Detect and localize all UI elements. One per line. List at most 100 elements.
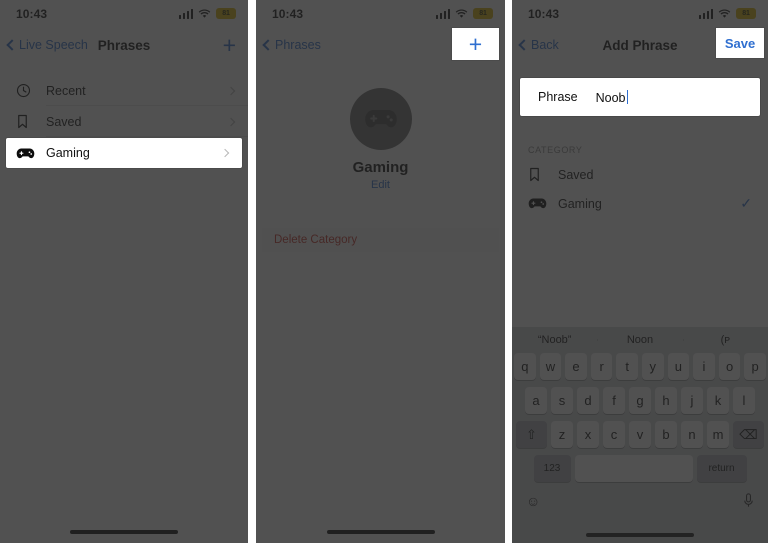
status-time: 10:43: [528, 6, 560, 21]
panel-category-detail: 10:43 81 Phrases Gaming Edit Delete Cate…: [256, 0, 505, 543]
key-e[interactable]: e: [565, 353, 587, 380]
battery-icon: 81: [473, 8, 493, 19]
category-name: Gaming: [352, 159, 409, 176]
key-q[interactable]: q: [514, 353, 536, 380]
edit-link[interactable]: Edit: [256, 179, 505, 191]
return-key[interactable]: return: [696, 455, 747, 482]
status-bar: 10:43 81: [512, 0, 768, 27]
category-option-gaming[interactable]: Gaming ✓: [512, 189, 768, 218]
checkmark-icon: ✓: [740, 195, 752, 211]
key-a[interactable]: a: [525, 387, 547, 414]
category-avatar: [349, 88, 412, 150]
key-d[interactable]: d: [577, 387, 599, 414]
panel-phrases: 10:43 81 Live Speech Phrases + Recent Sa…: [0, 0, 248, 543]
clock-icon: [16, 83, 38, 98]
category-option-label: Saved: [558, 167, 594, 182]
backspace-key[interactable]: ⌫: [733, 421, 764, 448]
on-screen-keyboard: “Noob” Noon (ᴘ q w e r t y u i o p a s d…: [512, 327, 768, 543]
prediction-1[interactable]: Noon: [597, 334, 682, 346]
emoji-icon[interactable]: ☺: [526, 493, 540, 509]
cellular-signal-icon: [435, 8, 450, 19]
list-item-label: Saved: [46, 114, 82, 129]
phrases-screen: 10:43 81 Live Speech Phrases + Recent Sa…: [0, 0, 248, 543]
text-cursor: [626, 89, 628, 104]
phrase-input-value: Noob: [595, 90, 626, 105]
shift-key[interactable]: ⇧: [516, 421, 547, 448]
status-time: 10:43: [272, 6, 304, 21]
phrase-category-list: Recent Saved: [0, 75, 248, 137]
delete-category-label: Delete Category: [274, 234, 358, 246]
key-p[interactable]: p: [744, 353, 766, 380]
bookmark-icon: [16, 114, 38, 129]
save-button[interactable]: Save: [716, 28, 764, 58]
phrase-input-row[interactable]: Phrase Noob: [520, 78, 760, 116]
battery-icon: 81: [736, 8, 756, 19]
cellular-signal-icon: [178, 8, 193, 19]
panel-divider: [248, 0, 256, 543]
chevron-right-icon: [220, 148, 230, 158]
key-m[interactable]: m: [707, 421, 729, 448]
key-i[interactable]: i: [693, 353, 715, 380]
key-h[interactable]: h: [655, 387, 677, 414]
status-bar: 10:43 81: [0, 0, 248, 27]
key-t[interactable]: t: [616, 353, 638, 380]
key-w[interactable]: w: [539, 353, 562, 380]
key-u[interactable]: u: [667, 353, 690, 380]
phrase-field-label: Phrase: [538, 90, 578, 104]
microphone-icon[interactable]: [743, 493, 754, 509]
numeric-key[interactable]: 123: [533, 455, 571, 482]
add-phrase-button-label: +: [468, 30, 483, 57]
wifi-icon: [455, 8, 468, 18]
navigation-bar: Live Speech Phrases +: [0, 27, 248, 63]
delete-category-button[interactable]: Delete Category: [262, 228, 499, 252]
list-item-gaming[interactable]: Gaming: [6, 138, 242, 168]
key-s[interactable]: s: [551, 387, 573, 414]
list-item-label: Gaming: [46, 146, 90, 160]
page-title: Phrases: [97, 37, 151, 53]
phrase-input[interactable]: Noob: [595, 89, 628, 105]
chevron-right-icon: [226, 86, 236, 95]
category-option-list: Saved Gaming ✓: [512, 160, 768, 218]
keyboard-row-2: a s d f g h j k l: [512, 387, 768, 414]
key-j[interactable]: j: [681, 387, 703, 414]
key-f[interactable]: f: [603, 387, 625, 414]
cellular-signal-icon: [698, 8, 713, 19]
gamepad-icon: [528, 197, 550, 210]
home-indicator: [586, 533, 694, 537]
keyboard-row-1: q w e r t y u i o p: [512, 353, 768, 380]
key-l[interactable]: l: [733, 387, 755, 414]
key-k[interactable]: k: [707, 387, 729, 414]
space-key[interactable]: [574, 455, 693, 482]
keyboard-bottom-row: ☺: [512, 489, 768, 509]
key-g[interactable]: g: [629, 387, 651, 414]
prediction-2[interactable]: (ᴘ: [682, 334, 768, 346]
row-separator: [46, 136, 248, 137]
key-r[interactable]: r: [590, 353, 613, 380]
back-button[interactable]: Phrases: [262, 38, 321, 52]
chevron-left-icon: [262, 39, 274, 51]
bookmark-icon: [528, 167, 550, 182]
predictive-text-bar: “Noob” Noon (ᴘ: [512, 327, 768, 353]
category-option-saved[interactable]: Saved: [512, 160, 768, 189]
key-y[interactable]: y: [642, 353, 664, 380]
key-b[interactable]: b: [655, 421, 677, 448]
category-detail-screen: 10:43 81 Phrases Gaming Edit Delete Cate…: [256, 0, 505, 543]
status-bar: 10:43 81: [256, 0, 505, 27]
list-item-label: Recent: [46, 83, 86, 98]
key-z[interactable]: z: [551, 421, 573, 448]
status-icons: 81: [435, 8, 493, 19]
list-item-saved[interactable]: Saved: [0, 106, 248, 137]
save-button-label: Save: [724, 35, 756, 51]
add-phrase-button[interactable]: +: [452, 28, 499, 60]
add-phrase-button[interactable]: +: [223, 33, 236, 57]
status-icons: 81: [178, 8, 236, 19]
key-c[interactable]: c: [603, 421, 625, 448]
home-indicator: [326, 530, 435, 534]
key-n[interactable]: n: [681, 421, 703, 448]
key-v[interactable]: v: [629, 421, 651, 448]
list-item-recent[interactable]: Recent: [0, 75, 248, 106]
key-x[interactable]: x: [577, 421, 599, 448]
key-o[interactable]: o: [718, 353, 741, 380]
keyboard-row-3: ⇧ z x c v b n m ⌫: [512, 421, 768, 448]
prediction-0[interactable]: “Noob”: [512, 334, 597, 346]
